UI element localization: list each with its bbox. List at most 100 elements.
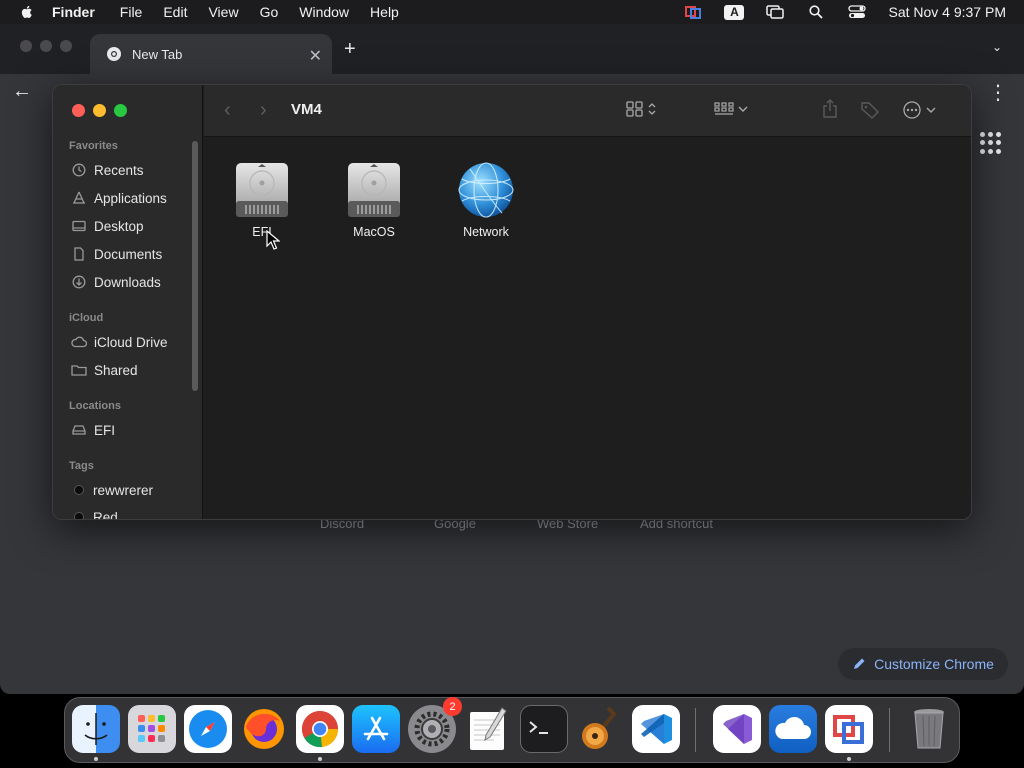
customize-chrome-button[interactable]: Customize Chrome [838, 648, 1008, 680]
new-tab-button[interactable]: + [344, 38, 356, 61]
menu-help[interactable]: Help [370, 4, 399, 20]
minimize-button[interactable] [93, 104, 106, 117]
dock-terminal[interactable] [520, 705, 568, 753]
file-item-network[interactable]: Network [441, 159, 531, 239]
tag-icon[interactable] [860, 101, 880, 119]
menu-file[interactable]: File [120, 4, 143, 20]
dock-visual-studio[interactable] [713, 705, 761, 753]
notification-badge: 2 [443, 697, 462, 716]
group-by-icon[interactable] [714, 101, 748, 117]
apple-icon[interactable] [19, 4, 35, 20]
close-button[interactable] [72, 104, 85, 117]
menu-bar: Finder File Edit View Go Window Help A S… [0, 0, 1024, 24]
more-actions-icon[interactable] [902, 101, 936, 119]
parallels-status-icon[interactable] [683, 4, 703, 20]
sidebar-item-label: Desktop [94, 218, 144, 234]
menu-edit[interactable]: Edit [163, 4, 187, 20]
sidebar-item-desktop[interactable]: Desktop [71, 216, 144, 236]
sidebar-item-icloud-drive[interactable]: iCloud Drive [71, 332, 168, 352]
sidebar-item-tag-red[interactable]: Red [71, 507, 118, 519]
control-center-icon[interactable] [847, 4, 867, 20]
sidebar-header-icloud: iCloud [69, 312, 104, 324]
menu-app-name[interactable]: Finder [52, 4, 95, 20]
google-apps-icon[interactable] [980, 132, 1002, 154]
chrome-close-light[interactable] [20, 40, 32, 52]
chrome-back-icon[interactable]: ← [12, 80, 32, 103]
menu-go[interactable]: Go [260, 4, 279, 20]
running-indicator [318, 757, 322, 761]
chrome-zoom-light[interactable] [60, 40, 72, 52]
menu-window[interactable]: Window [299, 4, 349, 20]
dock-safari[interactable] [184, 705, 232, 753]
launchpad-grid-icon [138, 715, 165, 742]
dock-firefox[interactable] [240, 705, 288, 753]
dock-trash[interactable] [905, 705, 953, 753]
vscode-icon [641, 714, 672, 744]
clock-icon [71, 162, 87, 178]
sidebar-header-tags: Tags [69, 460, 94, 472]
safari-compass-icon [189, 710, 227, 748]
trash-icon [914, 709, 944, 749]
file-item-macos[interactable]: MacOS [329, 159, 419, 239]
dock-separator [889, 708, 890, 752]
sidebar-item-efi[interactable]: EFI [71, 420, 115, 440]
tab-close-icon[interactable]: ✕ [309, 46, 322, 66]
input-source-icon[interactable]: A [724, 4, 745, 20]
sidebar-item-label: rewwrerer [93, 482, 154, 498]
chrome-tab-bar: New Tab ✕ + ⌄ [0, 24, 1024, 74]
file-item-label: MacOS [353, 225, 395, 239]
parallels-icon [833, 715, 864, 744]
file-item-efi[interactable]: EFI [217, 159, 307, 239]
share-icon[interactable] [822, 99, 838, 119]
tag-dot-icon [74, 512, 84, 519]
sidebar-item-tag-rewwrerer[interactable]: rewwrerer [71, 480, 153, 500]
spotlight-search-icon[interactable] [806, 4, 826, 20]
zoom-button[interactable] [114, 104, 127, 117]
menubar-clock[interactable]: Sat Nov 4 9:37 PM [888, 4, 1006, 20]
sidebar-item-label: Shared [94, 362, 138, 378]
dock-vscode[interactable] [632, 705, 680, 753]
visual-studio-icon [723, 714, 752, 744]
guitar-icon [582, 706, 617, 749]
gear-icon [414, 711, 450, 747]
applications-icon [71, 190, 87, 206]
sidebar-header-locations: Locations [69, 400, 121, 412]
dock-launchpad[interactable] [128, 705, 176, 753]
sidebar-item-label: Downloads [94, 274, 161, 290]
sidebar-item-applications[interactable]: Applications [71, 188, 167, 208]
cloud-icon [71, 334, 87, 350]
sidebar-item-documents[interactable]: Documents [71, 244, 162, 264]
tab-search-chevron-icon[interactable]: ⌄ [992, 40, 1002, 54]
dock-garageband[interactable] [576, 705, 624, 753]
icon-view-toggle-icon[interactable] [626, 101, 656, 117]
dock-finder[interactable] [72, 705, 120, 753]
screen-mirroring-icon[interactable] [765, 4, 785, 20]
chrome-tab-new-tab[interactable]: New Tab ✕ [90, 34, 332, 74]
sidebar-item-shared[interactable]: Shared [71, 360, 138, 380]
customize-chrome-label: Customize Chrome [874, 656, 994, 672]
document-icon [71, 246, 87, 262]
desktop-icon [71, 218, 87, 234]
chrome-icon [301, 711, 339, 748]
menu-view[interactable]: View [208, 4, 238, 20]
textedit-icon [470, 707, 507, 750]
dock-onedrive[interactable] [769, 705, 817, 753]
sidebar-item-recents[interactable]: Recents [71, 160, 144, 180]
dock-parallels[interactable] [825, 705, 873, 753]
mouse-cursor-icon [266, 230, 280, 250]
chrome-menu-icon[interactable]: ⋮ [988, 80, 1008, 105]
sidebar-scrollbar[interactable] [192, 141, 198, 391]
running-indicator [847, 757, 851, 761]
chrome-minimize-light[interactable] [40, 40, 52, 52]
dock-system-settings[interactable]: 2 [408, 697, 462, 753]
dock-app-store[interactable] [352, 705, 400, 753]
sidebar-item-label: iCloud Drive [94, 334, 168, 350]
running-indicator [94, 757, 98, 761]
back-chevron-icon[interactable]: ‹ [224, 99, 231, 122]
dock-textedit[interactable] [464, 705, 512, 753]
dock-chrome[interactable] [296, 705, 344, 753]
file-item-label: Network [463, 225, 509, 239]
finder-face-icon [84, 713, 108, 745]
sidebar-item-downloads[interactable]: Downloads [71, 272, 161, 292]
forward-chevron-icon[interactable]: › [260, 99, 267, 122]
